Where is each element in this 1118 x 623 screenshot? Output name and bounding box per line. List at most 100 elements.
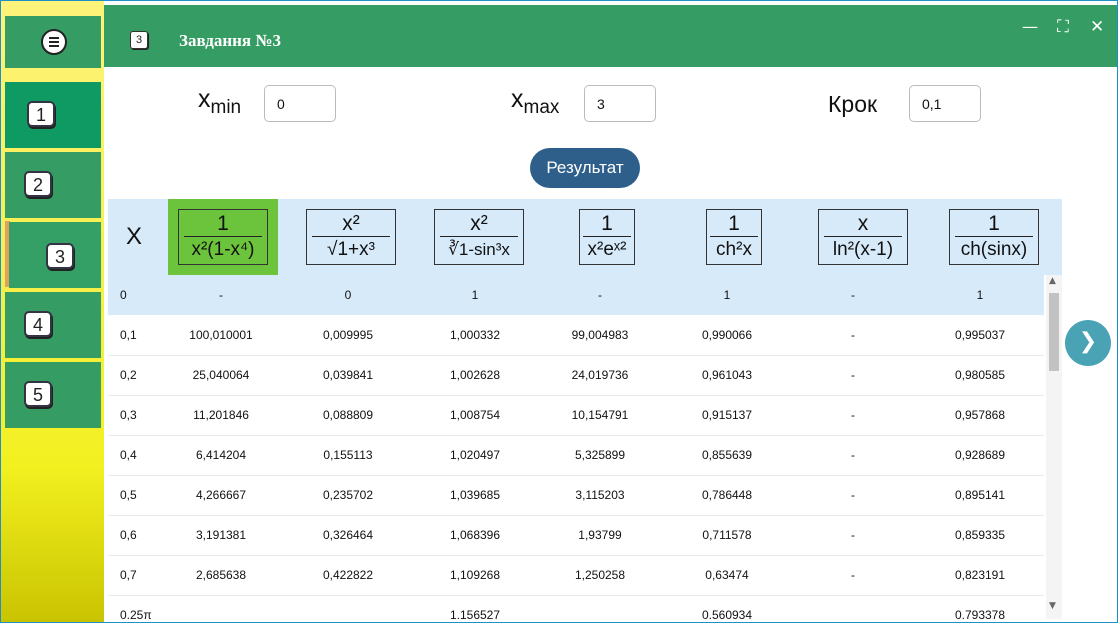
table-row[interactable]: 0,25π 1,156527 0,560934 0,793378 [108, 595, 1044, 619]
result-cell: - [851, 488, 855, 502]
x-value-cell: 0,7 [120, 568, 137, 582]
result-cell: 11,201846 [193, 408, 249, 422]
header-formula-5[interactable]: 1 ch²x [706, 209, 762, 265]
x-value-cell: 0,1 [120, 328, 137, 342]
xmax-input[interactable] [584, 85, 656, 122]
result-cell: 1 [976, 288, 984, 302]
sidebar-item-3[interactable]: 3 [9, 222, 101, 288]
formula-numerator: 1 [728, 211, 740, 235]
xmin-input[interactable] [264, 85, 336, 122]
sidebar-item-label: 4 [24, 311, 52, 337]
sidebar-item-label: 2 [24, 171, 52, 197]
result-cell: 1,068396 [449, 528, 501, 542]
formula-numerator: 1 [601, 211, 613, 235]
sidebar-item-2[interactable]: 2 [5, 152, 101, 218]
result-cell: 1,020497 [449, 448, 501, 462]
result-cell: 3,191381 [195, 528, 247, 542]
result-cell: 1,109268 [449, 568, 501, 582]
header-formula-1[interactable]: 1 x²(1-x⁴) [178, 209, 268, 265]
sidebar-item-5[interactable]: 5 [5, 362, 101, 428]
formula-denominator: ch(sinx) [960, 238, 1028, 260]
result-cell: 4,266667 [195, 488, 247, 502]
result-cell: - [851, 328, 855, 342]
formula-denominator: ∛1-sin³x [448, 239, 510, 259]
result-cell: 0,995037 [954, 328, 1006, 342]
vertical-scrollbar[interactable]: ▲ ▼ [1046, 275, 1062, 619]
close-icon[interactable]: ✕ [1090, 17, 1104, 37]
result-cell: 0,422822 [322, 568, 374, 582]
sidebar: 1 2 3 4 5 [1, 1, 104, 622]
result-cell: 0,859335 [954, 528, 1006, 542]
formula-numerator: 1 [988, 211, 1000, 235]
scroll-down-icon[interactable]: ▼ [1049, 601, 1056, 611]
header-formula-6[interactable]: x ln²(x-1) [818, 209, 908, 265]
x-value-cell: 0,25π [120, 608, 152, 619]
next-button[interactable]: ❯ [1065, 320, 1111, 366]
result-cell: 0,235702 [322, 488, 374, 502]
result-cell: 24,019736 [571, 368, 629, 382]
table-row[interactable]: 0,1 100,010001 0,009995 1,000332 99,004983 0,… [108, 315, 1044, 356]
sidebar-item-1[interactable]: 1 [5, 82, 101, 148]
x-value-cell: 0,5 [120, 488, 137, 502]
app-window: 1 2 3 4 5 3 Завдання №3 — ⛶ ✕ xmin xmax … [0, 0, 1118, 623]
result-cell: 0,088809 [322, 408, 374, 422]
result-cell: - [598, 288, 602, 302]
table-body: 0 - 0 1 - 1 - 1 0,1 100,010001 0,009995 1,000332 99,… [108, 275, 1044, 619]
formula-denominator: x²eˣ² [587, 238, 627, 260]
x-value-cell: 0,2 [120, 368, 137, 382]
header-formula-7[interactable]: 1 ch(sinx) [949, 209, 1039, 265]
result-cell: 1,156527 [449, 608, 501, 619]
header-formula-3[interactable]: x² ∛1-sin³x [434, 209, 524, 265]
result-cell: 1,008754 [449, 408, 501, 422]
table-row[interactable]: 0 - 0 1 - 1 - 1 [108, 275, 1044, 315]
result-cell: 0,990066 [701, 328, 753, 342]
xmin-label: xmin [198, 85, 242, 118]
result-cell: - [851, 288, 855, 302]
result-cell: 0,63474 [705, 568, 749, 582]
header-formula-4[interactable]: 1 x²eˣ² [579, 209, 635, 265]
scrollbar-thumb[interactable] [1049, 293, 1059, 371]
result-cell: 0 [344, 288, 352, 302]
title-bar: 3 Завдання №3 — ⛶ ✕ [104, 5, 1117, 67]
minimize-icon[interactable]: — [1022, 17, 1038, 36]
formula-numerator: x² [470, 211, 488, 235]
sidebar-item-label: 1 [27, 101, 55, 127]
result-cell: - [851, 448, 855, 462]
result-cell: - [851, 568, 855, 582]
result-cell: 0,711578 [702, 528, 752, 542]
result-cell: 1 [471, 288, 479, 302]
x-column-header: X [126, 223, 143, 250]
result-button[interactable]: Результат [530, 148, 640, 188]
result-cell: 0,793378 [954, 608, 1006, 619]
formula-denominator: ch²x [716, 238, 752, 260]
result-cell: 2,685638 [195, 568, 247, 582]
result-cell: 100,010001 [189, 328, 253, 342]
table-row[interactable]: 0,2 25,040064 0,039841 1,002628 24,019736 0,9… [108, 355, 1044, 396]
hamburger-menu-icon [41, 29, 67, 55]
table-row[interactable]: 0,6 3,191381 0,326464 1,068396 1,93799 0,7115… [108, 515, 1044, 556]
chevron-right-icon: ❯ [1078, 329, 1098, 354]
result-cell: 0,039841 [322, 368, 374, 382]
result-cell: - [851, 408, 855, 422]
table-row[interactable]: 0,7 2,685638 0,422822 1,109268 1,250258 0,634… [108, 555, 1044, 596]
table-row[interactable]: 0,3 11,201846 0,088809 1,008754 10,154791 0,9… [108, 395, 1044, 436]
result-cell: - [219, 288, 223, 302]
sidebar-item-4[interactable]: 4 [5, 292, 101, 358]
table-row[interactable]: 0,5 4,266667 0,235702 1,039685 3,115203 0,786… [108, 475, 1044, 516]
result-cell: 0,915137 [701, 408, 753, 422]
result-cell: 1,000332 [449, 328, 501, 342]
result-cell: 99,004983 [571, 328, 629, 342]
result-cell: - [851, 368, 855, 382]
step-input[interactable] [909, 85, 981, 122]
header-formula-2[interactable]: x² √1+x³ [306, 209, 396, 265]
result-cell: 0,326464 [322, 528, 374, 542]
maximize-icon[interactable]: ⛶ [1057, 17, 1069, 37]
scroll-up-icon[interactable]: ▲ [1049, 276, 1056, 286]
result-cell: 0,155113 [323, 448, 373, 462]
menu-button[interactable] [5, 16, 101, 68]
x-value-cell: 0 [120, 288, 127, 302]
table-row[interactable]: 0,4 6,414204 0,155113 1,020497 5,325899 0,855… [108, 435, 1044, 476]
result-cell: 1,93799 [578, 528, 622, 542]
x-value-cell: 0,4 [120, 448, 137, 462]
result-cell: 10,154791 [571, 408, 629, 422]
